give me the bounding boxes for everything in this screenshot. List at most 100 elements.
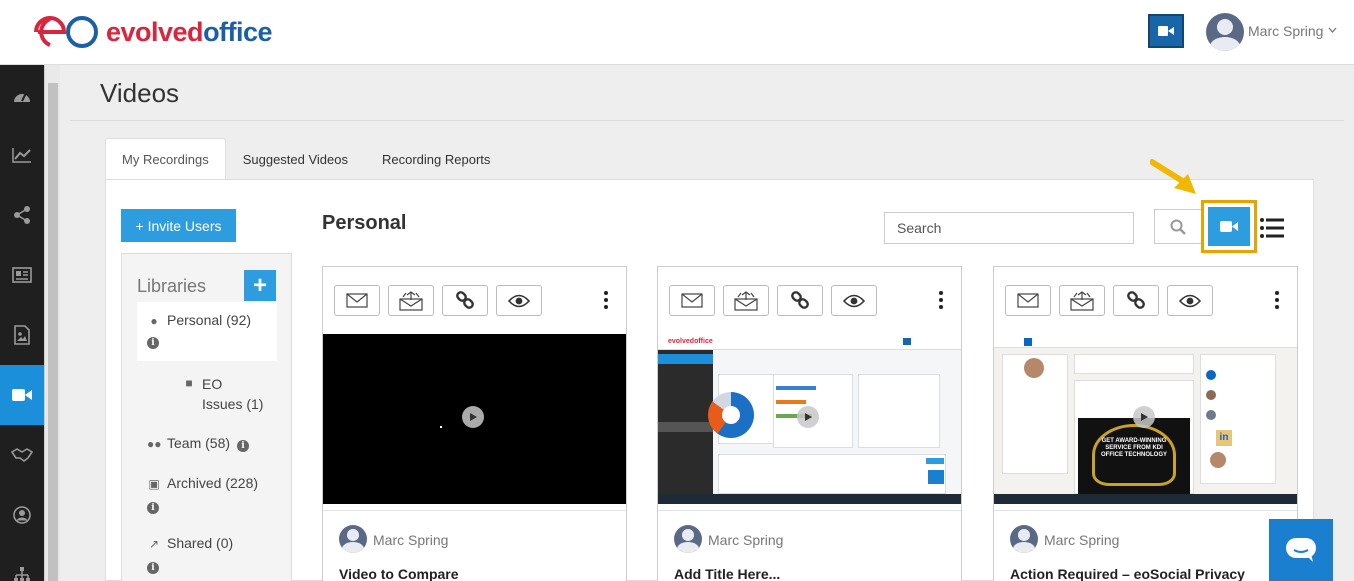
envelope-open-arrows-icon [734,290,758,311]
email-button[interactable] [1005,285,1051,316]
left-nav [0,65,44,581]
email-button[interactable] [334,285,380,316]
nav-videos[interactable] [0,365,44,425]
video-card[interactable]: GET AWARD-WINNING SERVICE FROM KDI OFFIC… [993,266,1298,581]
record-video-inner[interactable] [1208,207,1250,246]
link-icon [791,290,809,309]
add-library-button[interactable]: + [244,270,276,301]
nav-dashboard[interactable] [0,65,44,125]
nav-analytics[interactable] [0,125,44,185]
copy-link-button[interactable] [1113,285,1159,316]
dashboard-gauge-icon [14,92,30,102]
library-eo-issues[interactable]: ■ EO Issues (1) [182,374,282,414]
author-avatar [1010,525,1038,553]
email-button[interactable] [669,285,715,316]
highlight-arrow-icon [1150,159,1196,194]
play-icon[interactable] [462,406,484,428]
mini-logo: evolvedoffice [668,338,713,345]
nav-partners[interactable] [0,425,44,485]
copy-link-button[interactable] [442,285,488,316]
nav-org[interactable] [0,545,44,581]
nav-documents[interactable] [0,305,44,365]
video-card[interactable]: evolvedoffice Marc Spring Add Title Here… [657,266,962,581]
eye-icon [1179,294,1201,307]
evolvedoffice-logo[interactable]: evolvedoffice [28,14,273,50]
logo-text: evolvedoffice [106,16,273,47]
page-scrollbar[interactable] [44,65,60,581]
library-archived[interactable]: ▣ Archived (228) i [147,475,258,514]
card-title[interactable]: Action Required – eoSocial Privacy [1010,566,1245,581]
info-icon[interactable]: i [147,337,159,349]
nav-profile[interactable] [0,485,44,545]
sitemap-icon [14,567,30,581]
author-avatar [339,525,367,553]
card-title[interactable]: Add Title Here... [674,566,780,581]
user-avatar[interactable] [1206,13,1244,51]
video-card[interactable]: Marc Spring Video to Compare [322,266,627,581]
chat-bubble-icon [1286,538,1316,562]
video-thumbnail[interactable]: evolvedoffice [658,334,961,504]
preview-button[interactable] [496,285,542,316]
tab-recording-reports[interactable]: Recording Reports [365,138,507,180]
card-actions [1005,285,1213,316]
header-record-button[interactable] [1148,14,1184,48]
award-text: GET AWARD-WINNING SERVICE FROM KDI OFFIC… [1101,438,1167,458]
share-icon: ↗ [148,537,160,551]
info-icon[interactable]: i [147,562,159,574]
newspaper-icon [12,267,32,283]
card-more-menu[interactable] [1275,291,1279,312]
tab-my-recordings[interactable]: My Recordings [105,138,226,180]
handshake-icon [11,448,33,462]
bulk-email-button[interactable] [1059,285,1105,316]
video-camera-icon [1220,221,1238,232]
preview-button[interactable] [1167,285,1213,316]
scrollbar-thumb[interactable] [48,83,58,581]
libraries-panel: Libraries + ● Personal (92) i ■ EO Issues … [121,253,292,581]
card-divider [994,510,1297,511]
play-icon[interactable] [797,406,819,428]
record-video-button[interactable] [1201,200,1257,253]
user-name: Marc Spring [1248,23,1324,39]
eye-icon [508,294,530,307]
play-icon[interactable] [1133,406,1155,428]
library-personal[interactable]: ● Personal (92) i [137,302,277,361]
line-chart-icon [12,148,31,163]
page-title: Videos [100,78,180,108]
library-team-label: Team (58) [167,435,231,451]
card-actions [334,285,542,316]
libraries-title: Libraries [137,276,207,296]
user-menu[interactable]: Marc Spring [1248,23,1337,39]
library-personal-label: Personal (92) [167,312,252,328]
nav-social[interactable] [0,185,44,245]
search-input[interactable] [884,212,1134,244]
card-title[interactable]: Video to Compare [339,566,459,581]
list-view-icon[interactable] [1260,217,1284,239]
card-author: Marc Spring [708,532,784,548]
user-circle-icon [13,506,31,524]
video-camera-icon [12,389,32,401]
user-icon: ● [150,314,158,328]
video-thumbnail[interactable] [323,334,626,504]
chevron-down-icon [1328,27,1337,33]
library-shared[interactable]: ↗ Shared (0) i [147,535,233,574]
bulk-email-button[interactable] [723,285,769,316]
eye-icon [843,294,865,307]
card-more-menu[interactable] [604,291,608,312]
nav-news[interactable] [0,245,44,305]
library-team[interactable]: ●● Team (58) i [147,435,249,452]
library-eo-issues-label: EO Issues (1) [202,376,264,412]
invite-users-button[interactable]: + Invite Users [121,209,236,242]
link-icon [1127,290,1145,309]
preview-button[interactable] [831,285,877,316]
card-divider [323,510,626,511]
card-more-menu[interactable] [939,291,943,312]
info-icon[interactable]: i [236,440,249,452]
tab-suggested-videos[interactable]: Suggested Videos [226,138,365,180]
search-button[interactable] [1154,209,1202,244]
section-title: Personal [322,212,407,234]
video-thumbnail[interactable]: GET AWARD-WINNING SERVICE FROM KDI OFFIC… [994,334,1297,504]
info-icon[interactable]: i [147,502,159,514]
bulk-email-button[interactable] [388,285,434,316]
copy-link-button[interactable] [777,285,823,316]
chat-widget-button[interactable] [1269,519,1333,581]
